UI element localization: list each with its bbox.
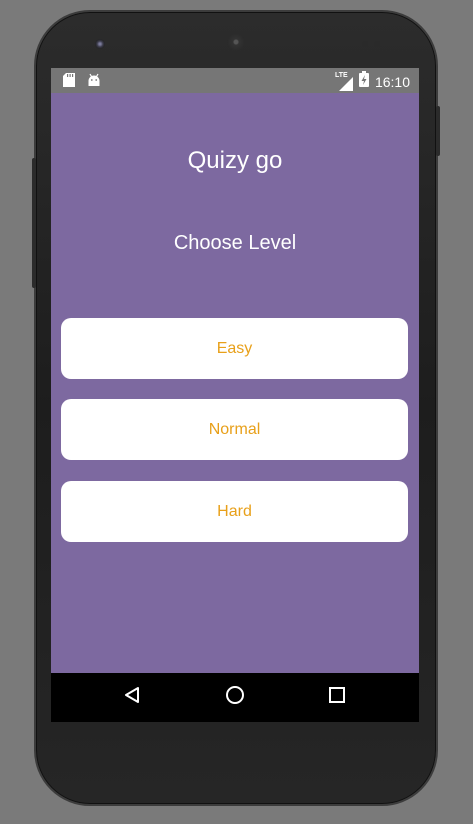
normal-level-button[interactable]: Normal	[61, 399, 408, 460]
back-button[interactable]	[102, 673, 162, 722]
front-camera	[95, 39, 105, 49]
sd-card-icon	[63, 73, 75, 92]
battery-charging-icon	[358, 71, 369, 92]
earpiece-speaker	[227, 33, 245, 51]
navigation-bar	[51, 673, 419, 722]
back-icon	[123, 686, 141, 709]
volume-rocker[interactable]	[32, 158, 36, 288]
recents-icon	[328, 686, 346, 709]
app-screen: LTE 16:10 Quizy go Choose Level Easy Nor…	[51, 68, 419, 722]
power-button[interactable]	[436, 106, 440, 156]
app-title: Quizy go	[187, 147, 283, 174]
status-bar: LTE 16:10	[51, 68, 419, 93]
easy-level-button[interactable]: Easy	[61, 318, 408, 379]
recents-button[interactable]	[307, 673, 367, 722]
status-clock: 16:10	[374, 73, 410, 90]
network-type-label: LTE	[334, 71, 348, 79]
home-button[interactable]	[205, 673, 265, 722]
choose-level-heading: Choose Level	[173, 232, 297, 254]
hard-level-button[interactable]: Hard	[61, 481, 408, 542]
android-icon	[87, 73, 101, 92]
proximity-sensor	[362, 41, 368, 47]
light-sensor	[374, 41, 380, 47]
home-icon	[225, 685, 245, 710]
signal-icon: LTE	[334, 71, 353, 91]
